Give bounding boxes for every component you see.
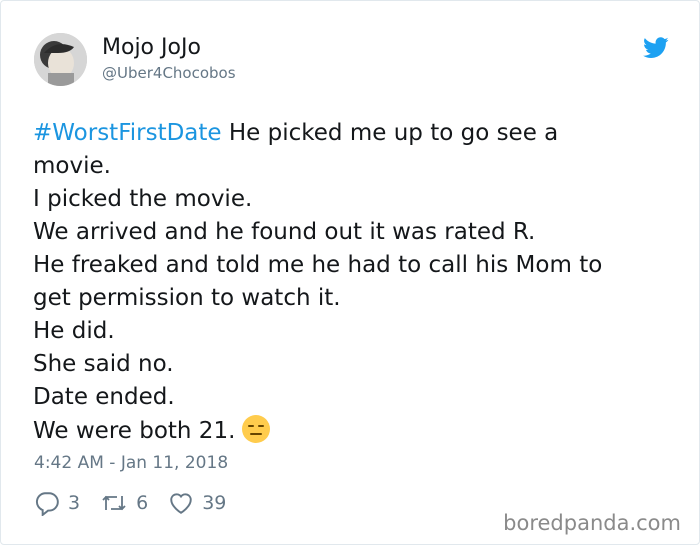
tweet-line: We were both 21.	[33, 414, 673, 448]
tweet-line: He did.	[33, 318, 115, 344]
expressionless-face-icon	[242, 415, 271, 443]
tweet-line: movie.	[33, 153, 111, 179]
twitter-bird-icon[interactable]	[643, 37, 669, 59]
tweet-line: I picked the movie.	[33, 186, 253, 212]
reply-icon	[36, 492, 59, 516]
reply-count: 3	[68, 492, 81, 514]
user-avatar[interactable]	[34, 33, 87, 86]
tweet-text: #WorstFirstDate He picked me up to go se…	[33, 117, 673, 448]
like-button[interactable]: 39	[168, 491, 226, 515]
tweet-line: We arrived and he found out it was rated…	[33, 219, 536, 245]
tweet-timestamp[interactable]: 4:42 AM - Jan 11, 2018	[34, 453, 228, 473]
tweet-line-text: We were both 21.	[33, 418, 236, 444]
tweet-line: He freaked and told me he had to call hi…	[33, 252, 603, 278]
retweet-button[interactable]: 6	[100, 490, 148, 516]
reply-button[interactable]: 3	[34, 490, 80, 516]
retweet-count: 6	[136, 492, 149, 514]
tweet-actions: 3 6 39	[34, 488, 246, 518]
watermark-text: boredpanda.com	[503, 511, 681, 535]
tweet-line: She said no.	[33, 351, 174, 377]
tweet-line: get permission to watch it.	[33, 285, 341, 311]
retweet-icon	[102, 495, 126, 511]
tweet-card: Mojo JoJo @Uber4Chocobos #WorstFirstDate…	[0, 0, 700, 545]
tweet-line: Date ended.	[33, 384, 175, 410]
tweet-line-text: He picked me up to go see a	[221, 120, 559, 146]
tweet-line: #WorstFirstDate He picked me up to go se…	[33, 117, 673, 150]
hashtag-link[interactable]: #WorstFirstDate	[33, 120, 222, 146]
heart-icon	[170, 493, 192, 514]
user-handle[interactable]: @Uber4Chocobos	[102, 64, 236, 82]
display-name[interactable]: Mojo JoJo	[102, 35, 201, 60]
like-count: 39	[202, 492, 227, 514]
